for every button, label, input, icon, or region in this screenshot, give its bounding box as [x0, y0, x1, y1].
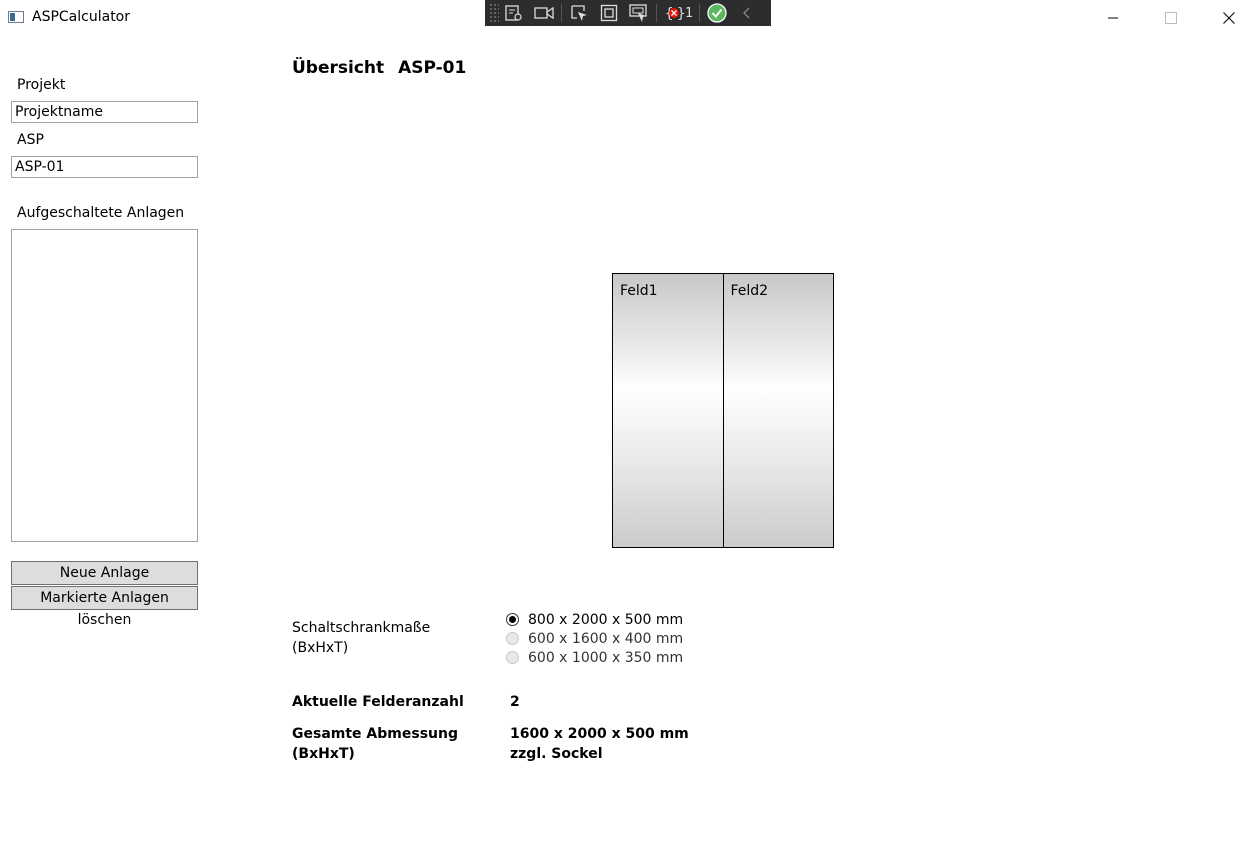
radio-unchecked-icon[interactable]: [506, 632, 519, 645]
project-name-input[interactable]: [11, 101, 198, 123]
app-icon: [8, 11, 24, 23]
radio-checked-icon[interactable]: [506, 613, 519, 626]
total-dimension-label-line2: (BxHxT): [292, 746, 355, 762]
page-title: Übersicht ASP-01: [292, 58, 466, 78]
minimize-button[interactable]: [1084, 0, 1142, 36]
debug-toolbar: { } 1: [485, 0, 771, 26]
total-dimension-value: 1600 x 2000 x 500 mm zzgl. Sockel: [510, 724, 689, 764]
dimensions-radio-group: 800 x 2000 x 500 mm 600 x 1600 x 400 mm …: [506, 610, 683, 667]
plants-label: Aufgeschaltete Anlagen: [17, 205, 185, 221]
window-title: ASPCalculator: [32, 9, 130, 25]
dimensions-label-line2: (BxHxT): [292, 640, 349, 656]
minimize-icon: [1108, 17, 1118, 19]
cabinet-preview: Feld1 Feld2: [612, 273, 834, 548]
total-dimension-value-line2: zzgl. Sockel: [510, 746, 603, 762]
radio-label: 600 x 1000 x 350 mm: [528, 649, 684, 666]
dimension-option-600-1000[interactable]: 600 x 1000 x 350 mm: [506, 648, 683, 667]
radio-label: 800 x 2000 x 500 mm: [528, 611, 684, 628]
toolbar-grip[interactable]: [489, 3, 499, 23]
new-plant-button[interactable]: Neue Anlage: [11, 561, 198, 585]
hot-reload-status-button[interactable]: [702, 1, 732, 25]
field-label: Feld2: [730, 283, 769, 299]
toolbar-separator: [656, 4, 657, 22]
live-visual-tree-button[interactable]: [499, 1, 529, 25]
binding-error-count: 1: [685, 5, 694, 21]
dimension-option-800[interactable]: 800 x 2000 x 500 mm: [506, 610, 683, 629]
track-focus-icon: [629, 4, 647, 22]
overview-heading: Übersicht: [292, 58, 385, 78]
layout-adorner-icon: [600, 4, 618, 22]
cabinet-dimensions-label: Schaltschrankmaße (BxHxT): [292, 618, 430, 658]
radio-unchecked-icon[interactable]: [506, 651, 519, 664]
visual-tree-icon: [505, 5, 522, 21]
total-dimension-value-line1: 1600 x 2000 x 500 mm: [510, 726, 689, 742]
delete-marked-plants-button[interactable]: Markierte Anlagen löschen: [11, 586, 198, 628]
display-layout-adorners-button[interactable]: [594, 1, 624, 25]
total-dimension-label: Gesamte Abmessung (BxHxT): [292, 724, 458, 764]
binding-error-icon: { }: [665, 6, 684, 22]
track-focused-element-button[interactable]: [624, 1, 654, 25]
total-dimension-label-line1: Gesamte Abmessung: [292, 726, 458, 742]
project-label: Projekt: [17, 77, 66, 93]
toolbar-separator: [699, 4, 701, 22]
check-circle-icon: [707, 3, 727, 23]
radio-label: 600 x 1600 x 400 mm: [528, 630, 684, 647]
dimension-option-600-1600[interactable]: 600 x 1600 x 400 mm: [506, 629, 683, 648]
field-label: Feld1: [620, 283, 658, 299]
asp-input[interactable]: [11, 156, 198, 178]
app-window: ASPCalculator 1 Projekt Projektname ASP …: [0, 0, 1243, 850]
asp-label: ASP: [17, 132, 44, 148]
maximize-button[interactable]: [1142, 0, 1200, 36]
field-count-label: Aktuelle Felderanzahl: [292, 694, 464, 710]
maximize-icon: [1165, 12, 1177, 24]
dimensions-label-line1: Schaltschrankmaße: [292, 620, 431, 636]
cabinet-field[interactable]: Feld1: [612, 273, 724, 548]
asp-heading: ASP-01: [398, 58, 467, 78]
select-element-button[interactable]: [564, 1, 594, 25]
plants-listbox[interactable]: [11, 229, 198, 542]
close-button[interactable]: [1200, 0, 1243, 36]
close-icon: [1223, 12, 1235, 24]
record-button[interactable]: [529, 1, 559, 25]
video-camera-icon: [534, 6, 554, 20]
cabinet-field[interactable]: Feld2: [723, 273, 834, 548]
collapse-toolbar-button[interactable]: [732, 1, 762, 25]
toolbar-separator: [561, 4, 562, 22]
chevron-left-icon: [743, 7, 750, 19]
select-pointer-icon: [571, 5, 587, 21]
field-count-value: 2: [510, 694, 520, 710]
